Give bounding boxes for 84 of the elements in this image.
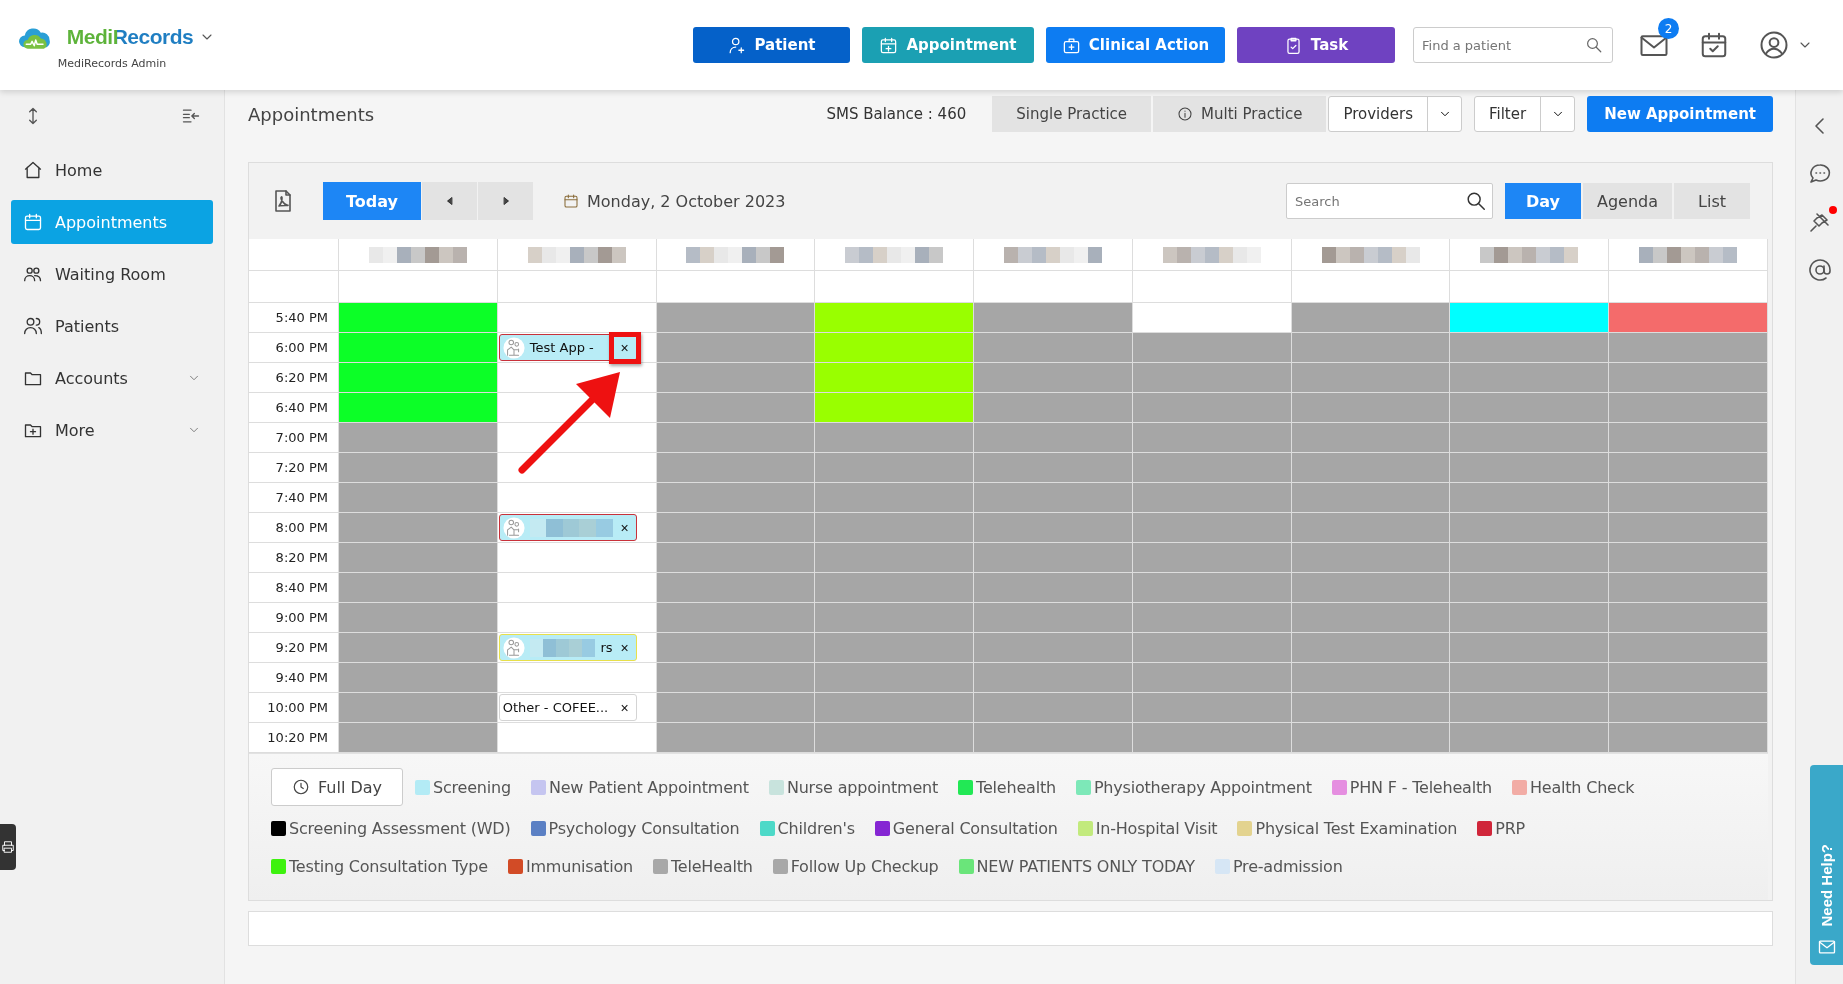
- legend-label: NEW PATIENTS ONLY TODAY: [976, 856, 1195, 876]
- dentist-icon: [502, 636, 525, 659]
- legend-label: General Consultation: [892, 818, 1058, 838]
- sidebar-item[interactable]: Home: [11, 148, 213, 192]
- legend-label: Physical Test Examination: [1255, 818, 1458, 838]
- people-icon: [23, 316, 43, 336]
- time-slot[interactable]: [1609, 303, 1768, 333]
- time-slot[interactable]: ×: [497, 513, 657, 543]
- close-button[interactable]: ×: [617, 339, 632, 356]
- sidebar-item[interactable]: Patients: [11, 304, 213, 348]
- close-button[interactable]: ×: [617, 519, 632, 536]
- appointment-card[interactable]: ×: [498, 514, 637, 541]
- legend-label: Screening Assessment (WD): [289, 818, 511, 838]
- chat-icon[interactable]: [1807, 162, 1832, 186]
- appointment-title: rs: [600, 640, 613, 655]
- today-button[interactable]: Today: [323, 182, 421, 220]
- time-slot[interactable]: [497, 453, 657, 483]
- search-field[interactable]: Search: [1285, 183, 1493, 219]
- page-title: Appointments: [248, 103, 376, 125]
- time-slot[interactable]: rs ×: [497, 633, 657, 663]
- side-tab[interactable]: [0, 824, 16, 870]
- info-icon: [1177, 106, 1194, 122]
- dentist-icon: [502, 336, 525, 359]
- appointment-title: Other - COFEE...: [502, 700, 610, 715]
- legend-label: In-Hospital Visit: [1095, 818, 1218, 838]
- clock-icon: [291, 778, 310, 796]
- dentist-icon: [502, 516, 525, 539]
- close-button[interactable]: ×: [617, 699, 632, 716]
- highlight-box: [608, 331, 641, 364]
- appointment-card[interactable]: Test App - ×: [498, 334, 637, 361]
- legend-label: New Patient Appointment: [548, 777, 749, 797]
- pin-icon[interactable]: [1807, 210, 1832, 234]
- redacted-patient-name: [529, 638, 596, 657]
- calendar-icon: [23, 212, 43, 232]
- legend-label: Children's: [777, 818, 855, 838]
- legend-label: Health Check: [1529, 777, 1635, 797]
- full-day-button[interactable]: Full Day: [271, 768, 403, 806]
- home-icon: [23, 160, 43, 180]
- appointment-card[interactable]: Other - COFEE... ×: [498, 694, 637, 721]
- at-sign-icon[interactable]: [1807, 258, 1832, 282]
- calendar-check-icon[interactable]: [1699, 30, 1729, 60]
- legend-label: Nurse appointment: [786, 777, 939, 797]
- view-tab[interactable]: Agenda: [1582, 183, 1672, 219]
- view-tab[interactable]: Day: [1504, 183, 1581, 219]
- sidebar-item[interactable]: More: [11, 408, 213, 452]
- previous-button[interactable]: [421, 182, 477, 220]
- action-button[interactable]: Clinical Action: [1046, 27, 1225, 63]
- search-icon: [1585, 36, 1603, 54]
- current-date: Monday, 2 October 2023: [587, 191, 786, 211]
- next-button[interactable]: [477, 182, 533, 220]
- legend-label: Immunisation: [525, 856, 633, 876]
- legend-label: Telehealth: [976, 777, 1056, 797]
- action-button[interactable]: Task: [1237, 27, 1395, 63]
- legend-label: PHN F - Telehealth: [1349, 777, 1492, 797]
- practice-tab[interactable]: Multi Practice: [1153, 96, 1327, 132]
- legend-label: Physiotherapy Appointment: [1093, 777, 1312, 797]
- legend-label: Psychology Consultation: [548, 818, 740, 838]
- calendar-icon: [563, 193, 579, 209]
- appointment-card[interactable]: rs ×: [498, 634, 637, 661]
- new-appointment-button[interactable]: New Appointment: [1587, 96, 1773, 132]
- legend-label: Testing Consultation Type: [289, 856, 488, 876]
- time-slot[interactable]: [497, 423, 657, 453]
- legend-label: Pre-admission: [1232, 856, 1343, 876]
- action-button[interactable]: Patient: [693, 27, 850, 63]
- time-slot[interactable]: Other - COFEE... ×: [497, 693, 657, 723]
- calendar-plus-icon: [879, 35, 899, 55]
- close-button[interactable]: ×: [617, 639, 632, 656]
- patient-search-field[interactable]: Find a patient: [1413, 27, 1613, 63]
- legend-label: Screening: [433, 777, 511, 797]
- sidebar-item[interactable]: Accounts: [11, 356, 213, 400]
- view-tab[interactable]: List: [1674, 183, 1750, 219]
- legend-label: PRP: [1495, 818, 1526, 838]
- caret-left-icon: [444, 196, 455, 206]
- legend-label: Follow Up Checkup: [790, 856, 939, 876]
- notification-badge: 2: [1658, 18, 1679, 39]
- person-plus-icon: [727, 35, 747, 55]
- appointment-title: Test App -: [529, 340, 595, 355]
- sms-balance: SMS Balance : 460: [826, 105, 967, 123]
- printer-icon: [1, 840, 15, 854]
- legend-label: TeleHealth: [670, 856, 753, 876]
- user-icon[interactable]: [1759, 30, 1789, 60]
- practice-tab[interactable]: Single Practice: [992, 96, 1152, 132]
- sidebar-item[interactable]: Waiting Room: [11, 252, 213, 296]
- account-name: MediRecords Admin: [57, 56, 167, 70]
